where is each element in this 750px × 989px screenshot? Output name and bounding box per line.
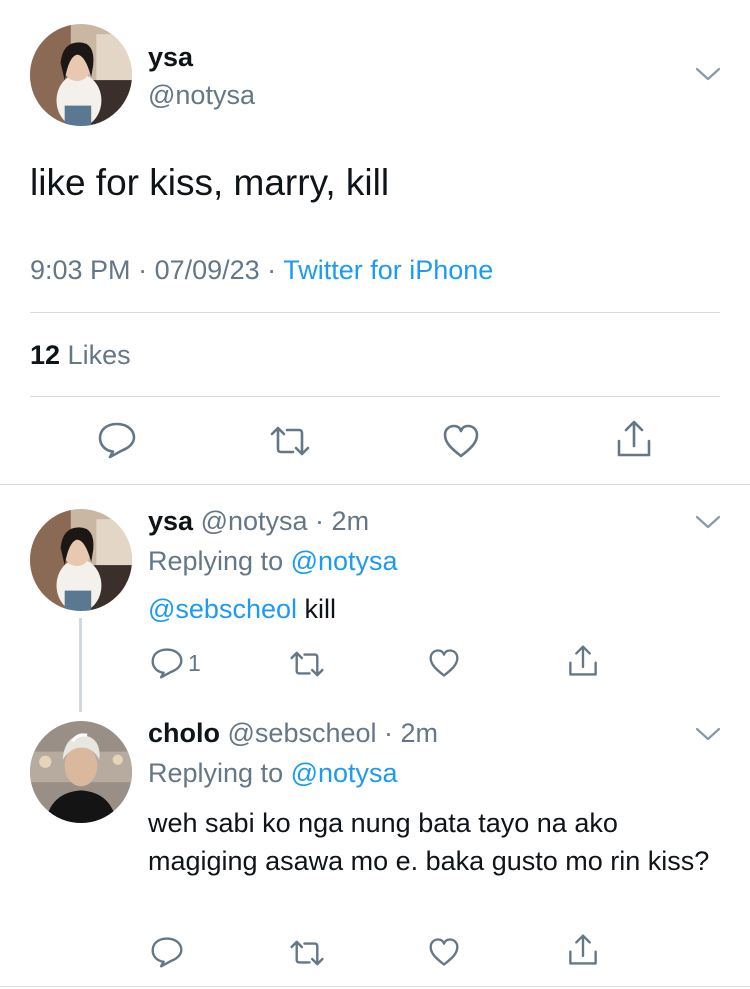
reply-header: cholo @sebscheol · 2m [148,718,438,749]
tweet-source-link[interactable]: Twitter for iPhone [283,255,493,285]
replying-label: Replying to [148,546,291,576]
like-button[interactable] [428,937,460,967]
replying-to-mention[interactable]: @notysa [291,546,398,576]
reply-count: 1 [188,649,201,676]
reply-author-name[interactable]: ysa [148,506,193,536]
likes-label: Likes [60,340,131,370]
author-name[interactable]: ysa [148,42,193,73]
reply-bubble-icon [150,647,184,679]
tweet-text: like for kiss, marry, kill [30,162,390,203]
more-options-chevron-down-icon[interactable] [695,66,721,82]
retweet-button[interactable] [289,650,325,678]
retweet-button[interactable] [289,939,325,967]
retweet-button[interactable] [269,425,311,457]
reply-button[interactable] [97,421,137,459]
replying-to-mention[interactable]: @notysa [291,758,398,788]
replying-label: Replying to [148,758,291,788]
reply-body: weh sabi ko nga nung bata tayo na ako ma… [148,808,710,876]
dot-separator: · [307,506,332,536]
reply-header: ysa @notysa · 2m [148,506,369,537]
retweet-icon [289,650,325,678]
more-options-chevron-down-icon[interactable] [695,726,721,742]
share-icon [567,933,599,967]
meta-separator: · [259,255,284,285]
divider [30,312,720,313]
reply-body: kill [297,594,337,624]
heart-icon [428,937,460,967]
dot-separator: · [376,718,401,748]
tweet-time: 9:03 PM [30,255,131,285]
share-button[interactable] [615,419,653,459]
reply-age: 2m [400,718,439,748]
section-divider [0,986,750,987]
reply-author-handle[interactable]: @sebscheol [228,718,377,748]
share-icon [567,644,599,678]
likes-count: 12 [30,340,61,370]
avatar-ysa[interactable] [30,509,132,611]
heart-icon [428,648,460,678]
avatar-cholo[interactable] [30,721,132,823]
heart-icon [442,423,480,459]
mention-link[interactable]: @sebscheol [148,594,297,624]
reply-author-handle[interactable]: @notysa [201,506,308,536]
avatar-ysa[interactable] [30,24,132,126]
share-icon [615,419,653,459]
retweet-icon [269,425,311,457]
replying-to: Replying to @notysa [148,758,398,789]
reply-bubble-icon [150,936,184,968]
tweet-date: 07/09/23 [154,255,260,285]
retweet-icon [289,939,325,967]
share-button[interactable] [567,644,599,678]
reply-button[interactable]: 1 [150,647,201,679]
share-button[interactable] [567,933,599,967]
more-options-chevron-down-icon[interactable] [695,514,721,530]
like-button[interactable] [428,648,460,678]
reply-button[interactable] [150,936,184,968]
like-button[interactable] [442,423,480,459]
replying-to: Replying to @notysa [148,546,398,577]
reply-author-name[interactable]: cholo [148,718,220,748]
section-divider [0,484,750,485]
likes-link[interactable]: 12 Likes [30,340,131,371]
reply-age: 2m [331,506,370,536]
tweet-meta: 9:03 PM · 07/09/23 · Twitter for iPhone [30,255,493,286]
author-handle[interactable]: @notysa [148,80,255,111]
meta-separator: · [130,255,155,285]
reply-bubble-icon [97,421,137,459]
thread-connector-line [79,618,82,712]
reply-text: @sebscheol kill [148,590,336,628]
divider [30,396,720,397]
